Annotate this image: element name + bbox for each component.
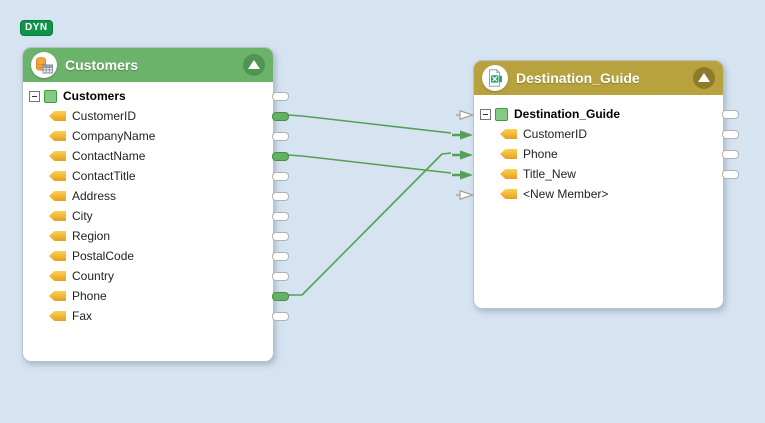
output-port-white[interactable] xyxy=(722,130,739,139)
row-label: City xyxy=(72,206,93,226)
mapping-connection[interactable] xyxy=(288,153,451,295)
tree-field-row[interactable]: CustomerID xyxy=(474,124,723,144)
output-port-green[interactable] xyxy=(272,152,289,161)
collapse-expander-icon[interactable] xyxy=(480,109,491,120)
output-port-white[interactable] xyxy=(272,212,289,221)
input-port-hollow-arrow[interactable] xyxy=(452,188,474,200)
field-tag-icon xyxy=(49,171,66,181)
output-port-white[interactable] xyxy=(722,170,739,179)
table-node-icon xyxy=(44,90,57,103)
collapse-button[interactable] xyxy=(243,54,265,76)
row-label: Title_New xyxy=(523,164,576,184)
field-tag-icon xyxy=(49,151,66,161)
field-tag-icon xyxy=(49,311,66,321)
tree-field-row[interactable]: CompanyName xyxy=(23,126,273,146)
table-customers[interactable]: CustomersCustomersCustomerIDCompanyNameC… xyxy=(22,47,274,362)
tree-root-row[interactable]: Destination_Guide xyxy=(474,104,723,124)
output-port-white[interactable] xyxy=(722,150,739,159)
tree-field-row[interactable]: Country xyxy=(23,266,273,286)
table-destination-guide[interactable]: Destination_GuideDestination_GuideCustom… xyxy=(473,60,724,309)
collapse-expander-icon[interactable] xyxy=(29,91,40,102)
table-title: Destination_Guide xyxy=(516,70,693,86)
field-tag-icon xyxy=(49,211,66,221)
row-label: PostalCode xyxy=(72,246,134,266)
field-tag-icon xyxy=(500,129,517,139)
row-label: CustomerID xyxy=(72,106,136,126)
tree-field-row[interactable]: <New Member> xyxy=(474,184,723,204)
tree-field-row[interactable]: Phone xyxy=(23,286,273,306)
output-port-white[interactable] xyxy=(272,252,289,261)
field-tag-icon xyxy=(49,291,66,301)
dyn-badge: DYN xyxy=(20,20,53,36)
row-label: Phone xyxy=(72,286,107,306)
input-port-green-arrow[interactable] xyxy=(452,148,474,160)
field-tag-icon xyxy=(49,271,66,281)
field-tag-icon xyxy=(49,191,66,201)
output-port-white[interactable] xyxy=(272,312,289,321)
tree-field-row[interactable]: Fax xyxy=(23,306,273,326)
output-port-green[interactable] xyxy=(272,292,289,301)
output-port-white[interactable] xyxy=(272,172,289,181)
row-label: <New Member> xyxy=(523,184,608,204)
field-tag-icon xyxy=(500,189,517,199)
row-label: Destination_Guide xyxy=(514,104,620,124)
output-port-white[interactable] xyxy=(272,272,289,281)
tree-rows: CustomersCustomerIDCompanyNameContactNam… xyxy=(23,82,273,326)
tree-field-row[interactable]: CustomerID xyxy=(23,106,273,126)
tree-field-row[interactable]: Region xyxy=(23,226,273,246)
table-node-icon xyxy=(495,108,508,121)
field-tag-icon xyxy=(49,231,66,241)
output-port-white[interactable] xyxy=(272,232,289,241)
row-label: CompanyName xyxy=(72,126,155,146)
mapping-connection[interactable] xyxy=(288,115,451,133)
output-port-white[interactable] xyxy=(272,192,289,201)
row-label: ContactName xyxy=(72,146,145,166)
tree-field-row[interactable]: PostalCode xyxy=(23,246,273,266)
output-port-white[interactable] xyxy=(272,92,289,101)
tree-field-row[interactable]: City xyxy=(23,206,273,226)
row-label: Region xyxy=(72,226,110,246)
output-port-white[interactable] xyxy=(722,110,739,119)
row-label: Customers xyxy=(63,86,126,106)
collapse-button[interactable] xyxy=(693,67,715,89)
row-label: Address xyxy=(72,186,116,206)
row-label: ContactTitle xyxy=(72,166,136,186)
field-tag-icon xyxy=(500,149,517,159)
tree-field-row[interactable]: ContactTitle xyxy=(23,166,273,186)
row-label: CustomerID xyxy=(523,124,587,144)
triangle-up-icon xyxy=(248,60,260,69)
input-port-green-arrow[interactable] xyxy=(452,168,474,180)
field-tag-icon xyxy=(49,131,66,141)
tree-field-row[interactable]: Address xyxy=(23,186,273,206)
tree-field-row[interactable]: Phone xyxy=(474,144,723,164)
field-tag-icon xyxy=(49,111,66,121)
table-title: Customers xyxy=(65,57,243,73)
input-port-hollow-arrow[interactable] xyxy=(452,108,474,120)
tree-field-row[interactable]: ContactName xyxy=(23,146,273,166)
tree-field-row[interactable]: Title_New xyxy=(474,164,723,184)
field-tag-icon xyxy=(500,169,517,179)
table-header[interactable]: Destination_Guide xyxy=(474,61,723,95)
output-port-green[interactable] xyxy=(272,112,289,121)
row-label: Phone xyxy=(523,144,558,164)
triangle-up-icon xyxy=(698,73,710,82)
table-header[interactable]: Customers xyxy=(23,48,273,82)
tree-root-row[interactable]: Customers xyxy=(23,86,273,106)
tree-rows: Destination_GuideCustomerIDPhoneTitle_Ne… xyxy=(474,95,723,204)
row-label: Country xyxy=(72,266,114,286)
excel-file-icon xyxy=(482,65,508,91)
field-tag-icon xyxy=(49,251,66,261)
database-table-icon xyxy=(31,52,57,78)
mapping-canvas: DYN CustomersCustomersCustomerIDCompanyN… xyxy=(0,0,765,423)
output-port-white[interactable] xyxy=(272,132,289,141)
input-port-green-arrow[interactable] xyxy=(452,128,474,140)
row-label: Fax xyxy=(72,306,92,326)
